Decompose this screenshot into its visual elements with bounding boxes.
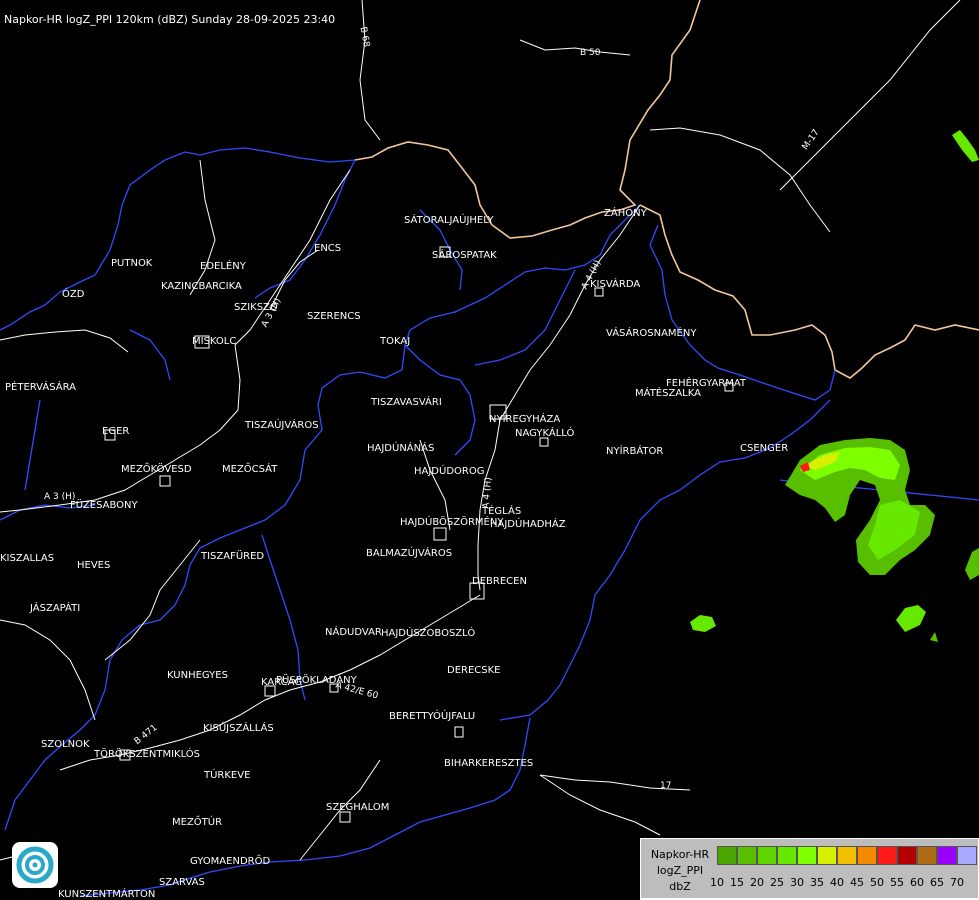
city-label: HAJDÚHADHÁZ (490, 519, 566, 530)
city-label: TISZAFÜRED (201, 551, 265, 562)
city-label: BERETTYÓÚJFALU (389, 711, 476, 722)
echo-south (896, 605, 926, 632)
city-label: TISZAÚJVÁROS (245, 420, 319, 431)
legend-level-label: 45 (850, 876, 864, 889)
city-label: KISÚJSZÁLLÁS (203, 723, 274, 734)
legend-level-label: 55 (890, 876, 904, 889)
city-label: KUNHEGYES (167, 670, 228, 681)
city-label: PUTNOK (111, 258, 153, 269)
city-label: MEZŐCSÁT (222, 464, 278, 475)
city-label: DERECSKE (447, 665, 501, 676)
city-label: VÁSÁROSNAMÉNY (606, 328, 697, 339)
swirl-icon (16, 846, 54, 884)
legend-panel: Napkor-HR logZ_PPI dbZ 10 15 20 25 30 35 40 45 5… (641, 839, 978, 898)
city-label: SÁTORALJAÚJHELY (404, 215, 494, 226)
city-label: ENCS (314, 243, 342, 254)
legend-swatch (757, 846, 777, 865)
legend-line2: logZ_PPI (656, 864, 704, 877)
provider-logo (12, 842, 58, 888)
radar-map-view: Napkor-HR logZ_PPI 120km (dBZ) Sunday 28… (0, 0, 979, 900)
city-label: SZOLNOK (41, 739, 90, 750)
legend-level-label: 15 (730, 876, 744, 889)
city-label: CSENGER (740, 443, 789, 454)
city-label: BALMAZÚJVÁROS (366, 548, 453, 559)
legend-swatch (897, 846, 917, 865)
legend-line1: Napkor-HR (650, 848, 710, 861)
city-label: DEBRECEN (472, 576, 527, 587)
city-label: PÉTERVÁSÁRA (5, 382, 76, 393)
legend-line3: dbZ (669, 880, 691, 893)
city-label: EDELÉNY (200, 261, 246, 272)
legend-swatch (937, 846, 957, 865)
city-label: TÚRKEVE (204, 770, 251, 781)
city-label: BIHARKERESZTES (444, 758, 534, 769)
road-label: B 50 (580, 48, 601, 58)
city-label: SZIKSZÓ (234, 302, 278, 313)
city-label: TÖRÖKSZENTMIKLÓS (94, 749, 201, 760)
city-label: MEZŐTÚR (172, 817, 223, 828)
city-label: JÁSZAPÁTI (30, 603, 81, 614)
country-border (354, 0, 979, 379)
legend-swatch (797, 846, 817, 865)
city-label: HAJDÚSZOBOSZLÓ (381, 628, 476, 639)
legend-swatch (837, 846, 857, 865)
city-label: ÓZD (62, 289, 85, 300)
city-label: HAJDÚBÖSZÖRMÉNY (400, 517, 504, 528)
city-label: TÉGLÁS (482, 506, 522, 517)
city-label: EGER (102, 426, 130, 437)
legend-level-label: 60 (910, 876, 924, 889)
city-label: GYOMAENDRŐD (190, 856, 271, 867)
city-label: KISZALLAS (0, 553, 55, 564)
legend-level-label: 50 (870, 876, 884, 889)
city-label: SZARVAS (159, 877, 205, 888)
legend-swatch (957, 846, 977, 865)
city-label: HAJDÚNÁNÁS (367, 443, 435, 454)
echo-west (690, 615, 716, 632)
city-label: SZERENCS (307, 311, 361, 322)
city-label: KISVÁRDA (590, 279, 641, 290)
legend-level-label: 20 (750, 876, 764, 889)
city-label: SZEGHALOM (326, 802, 390, 813)
city-label: MISKOLC (192, 336, 237, 347)
city-label: NÁDUDVAR (325, 627, 382, 638)
legend-level-label: 70 (950, 876, 964, 889)
road-label: 17 (660, 781, 672, 791)
legend-level-label: 10 (710, 876, 724, 889)
city-label: KAZINCBARCIKA (161, 281, 242, 292)
legend-title: Napkor-HR logZ_PPI dbZ (647, 847, 713, 895)
city-label: TISZAVASVÁRI (371, 397, 442, 408)
city-label: HAJDÚDOROG (414, 466, 485, 477)
city-label: KUNSZENTMÁRTON (58, 889, 156, 900)
legend-level-label: 30 (790, 876, 804, 889)
city-label: PÜSPÖKLADÁNY (276, 675, 357, 686)
legend-level-label: 35 (810, 876, 824, 889)
legend-swatch (877, 846, 897, 865)
legend-swatch (737, 846, 757, 865)
city-label: FÜZESABONY (70, 500, 138, 511)
city-label: MEZŐKÖVESD (121, 464, 192, 475)
legend-swatch (917, 846, 937, 865)
city-label: NAGYKÁLLÓ (515, 428, 575, 439)
city-label: NYÍREGYHÁZA (489, 414, 561, 425)
city-label: NYÍRBÁTOR (606, 446, 664, 457)
legend-swatch (717, 846, 737, 865)
city-label: HEVES (77, 560, 111, 571)
city-label: TOKAJ (380, 336, 411, 347)
city-label: ZÁHONY (604, 208, 647, 219)
color-legend: Napkor-HR logZ_PPI dbZ 10 15 20 25 30 35 40 45 5… (640, 838, 979, 900)
legend-swatch (777, 846, 797, 865)
legend-level-label: 25 (770, 876, 784, 889)
map-title: Napkor-HR logZ_PPI 120km (dBZ) Sunday 28… (4, 13, 336, 26)
legend-swatch (857, 846, 877, 865)
legend-level-label: 40 (830, 876, 844, 889)
legend-swatch (817, 846, 837, 865)
legend-level-label: 65 (930, 876, 944, 889)
echo-northeast (952, 130, 979, 162)
city-label: MÁTÉSZALKA (635, 388, 701, 399)
city-label: SÁROSPATAK (432, 250, 497, 261)
